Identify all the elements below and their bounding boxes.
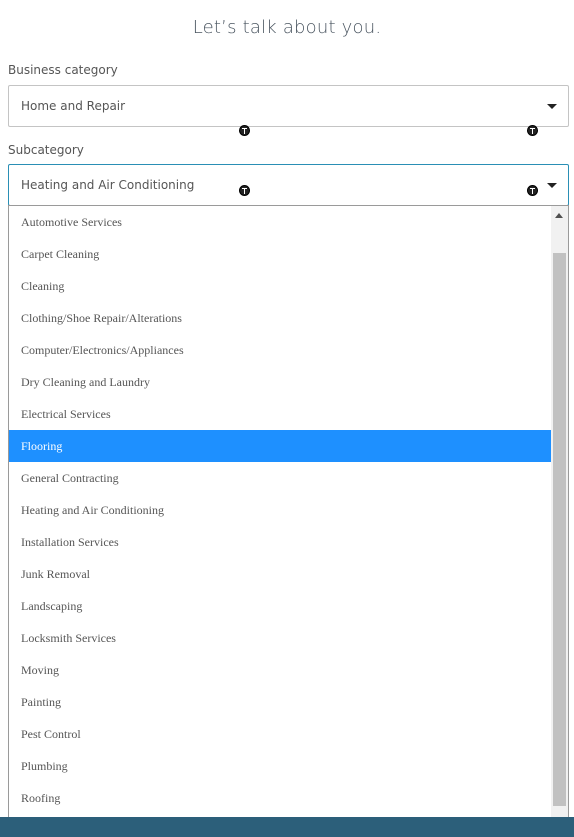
scroll-up-arrow-icon[interactable] (555, 213, 563, 218)
subcategory-label: Subcategory (8, 143, 84, 157)
cursor-marker-icon (239, 185, 250, 196)
subcategory-select[interactable]: Heating and Air Conditioning (8, 164, 569, 206)
dropdown-option[interactable]: Plumbing (9, 750, 552, 782)
cursor-marker-icon (239, 125, 250, 136)
dropdown-option[interactable]: Heating and Air Conditioning (9, 494, 552, 526)
dropdown-option[interactable]: Clothing/Shoe Repair/Alterations (9, 302, 552, 334)
dropdown-option[interactable]: Locksmith Services (9, 622, 552, 654)
dropdown-option[interactable]: Landscaping (9, 590, 552, 622)
dropdown-option[interactable]: Dry Cleaning and Laundry (9, 366, 552, 398)
business-category-label: Business category (8, 63, 118, 77)
dropdown-option[interactable]: Pest Control (9, 718, 552, 750)
dropdown-option[interactable]: Installation Services (9, 526, 552, 558)
dropdown-option[interactable]: General Contracting (9, 462, 552, 494)
chevron-down-icon (547, 104, 557, 109)
subcategory-dropdown-list[interactable]: Automotive Services Carpet Cleaning Cleani… (8, 205, 569, 837)
subcategory-value: Heating and Air Conditioning (21, 178, 195, 192)
dropdown-option[interactable]: Moving (9, 654, 552, 686)
dropdown-option[interactable]: Junk Removal (9, 558, 552, 590)
dropdown-option[interactable]: Automotive Services (9, 206, 552, 238)
dropdown-option[interactable]: Flooring (9, 430, 552, 462)
dropdown-option[interactable]: Painting (9, 686, 552, 718)
dropdown-scrollbar[interactable] (551, 206, 568, 837)
footer-strip (0, 817, 574, 837)
cursor-marker-icon (527, 185, 538, 196)
cursor-marker-icon (527, 125, 538, 136)
option-list: Automotive Services Carpet Cleaning Cleani… (9, 206, 552, 837)
dropdown-option[interactable]: Roofing (9, 782, 552, 814)
dropdown-option[interactable]: Electrical Services (9, 398, 552, 430)
scrollbar-thumb[interactable] (553, 253, 566, 806)
business-category-select[interactable]: Home and Repair (8, 85, 569, 127)
chevron-down-icon (547, 183, 557, 188)
business-category-value: Home and Repair (21, 99, 126, 113)
page-heading: Let’s talk about you. (192, 17, 382, 38)
dropdown-option[interactable]: Cleaning (9, 270, 552, 302)
dropdown-option[interactable]: Carpet Cleaning (9, 238, 552, 270)
dropdown-option[interactable]: Computer/Electronics/Appliances (9, 334, 552, 366)
